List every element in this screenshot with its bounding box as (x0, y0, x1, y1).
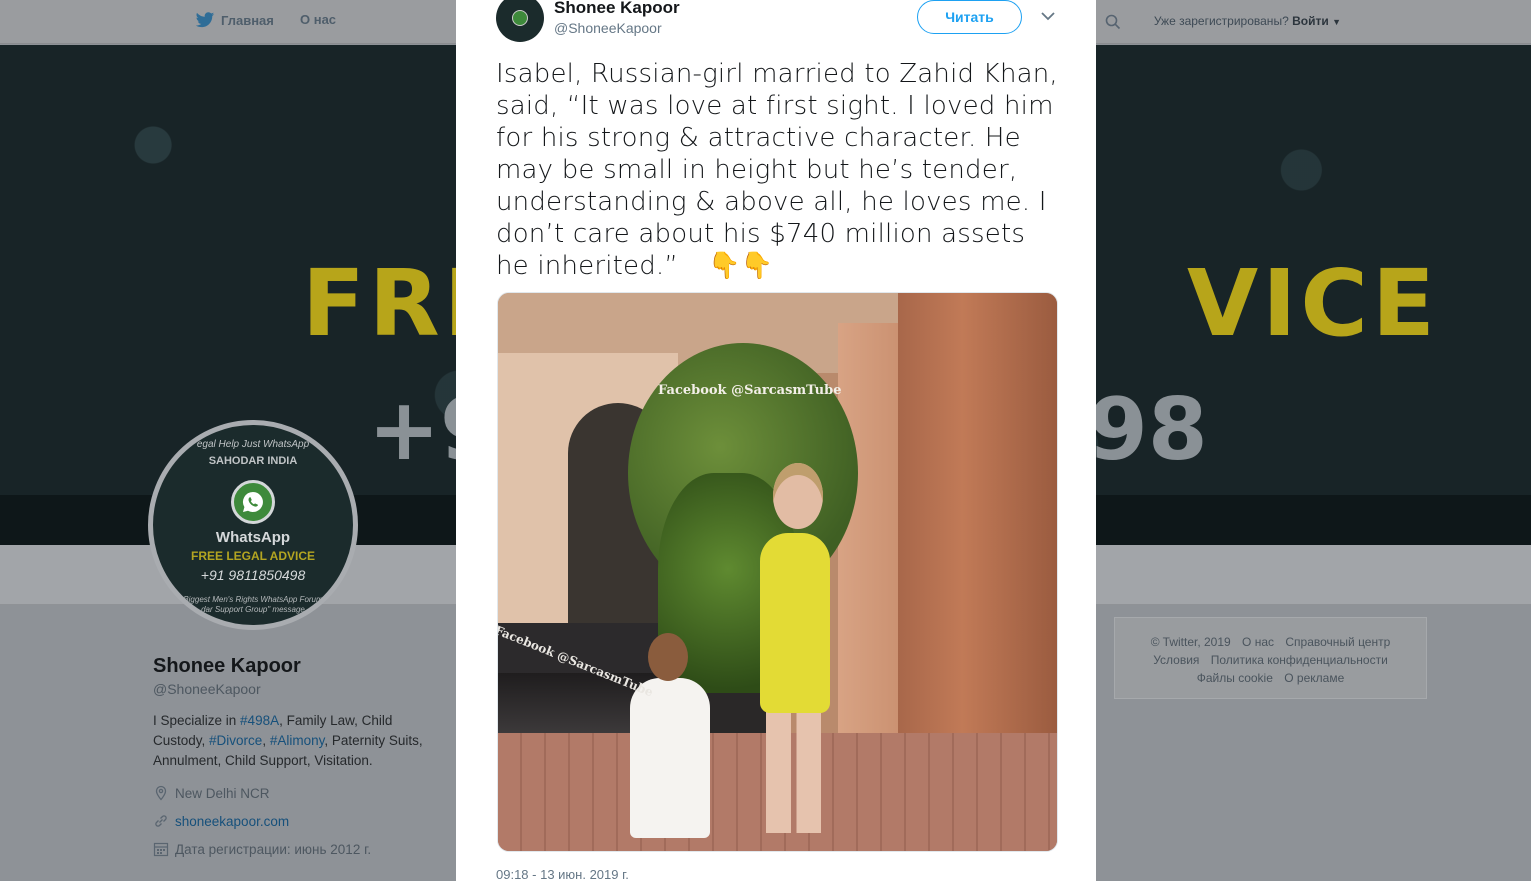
search-button[interactable] (1098, 8, 1128, 36)
photo-watermark: Facebook @SarcasmTube (658, 383, 842, 398)
have-account-text: Уже зарегистрированы? (1153, 14, 1289, 28)
tweet-modal: Shonee Kapoor @ShoneeKapoor Читать Isabe… (456, 0, 1096, 881)
tweet-menu-button[interactable] (1040, 8, 1056, 24)
login-link[interactable]: Войти (1292, 14, 1329, 28)
join-date-text: Дата регистрации: июнь 2012 г. (175, 841, 372, 857)
nav-home-link[interactable]: Главная (195, 12, 274, 29)
caret-down-icon: ▼ (1332, 17, 1341, 27)
avatar-app-name: WhatsApp (215, 529, 291, 546)
avatar-org: SAHODAR INDIA (208, 455, 298, 467)
footer-link-help[interactable]: Справочный центр (1285, 635, 1390, 649)
pointing-down-emoji: 👇👇 (708, 251, 774, 281)
banner-headline-right: VICE (1187, 250, 1439, 357)
tweet-text: Isabel, Russian-girl married to Zahid Kh… (496, 58, 1066, 282)
tweet-author-name[interactable]: Shonee Kapoor (554, 0, 680, 18)
avatar-service: FREE LEGAL ADVICE (190, 549, 315, 563)
tweet-author-avatar[interactable] (496, 0, 544, 42)
hashtag-link[interactable]: #498A (240, 713, 279, 728)
whatsapp-icon (512, 10, 528, 26)
photo-woman-dress (760, 533, 830, 713)
link-icon (155, 815, 167, 827)
hashtag-link[interactable]: #Alimony (270, 733, 325, 748)
twitter-bird-icon (195, 12, 215, 28)
avatar-bottom-line1: Biggest Men's Rights WhatsApp Forum (183, 595, 323, 604)
bio-text: I Specialize in (153, 713, 241, 728)
photo-man-head (648, 633, 688, 681)
avatar-bottom-text: Biggest Men's Rights WhatsApp Forum dar … (153, 595, 353, 615)
whatsapp-icon (231, 480, 275, 524)
profile-website: shoneekapoor.com (153, 813, 289, 829)
profile-join-date: Дата регистрации: июнь 2012 г. (153, 841, 371, 857)
photo-wall (898, 293, 1057, 763)
avatar-top-line: egal Help Just WhatsApp (196, 439, 310, 450)
tweet-timestamp[interactable]: 09:18 - 13 июн. 2019 г. (496, 867, 629, 881)
tweet-author-handle[interactable]: @ShoneeKapoor (554, 20, 662, 36)
follow-button[interactable]: Читать (917, 0, 1022, 34)
nav-about-label: О нас (300, 12, 337, 27)
profile-avatar[interactable]: egal Help Just WhatsApp SAHODAR INDIA Wh… (148, 420, 358, 630)
footer-link-ads[interactable]: О рекламе (1284, 671, 1344, 685)
nav-home-label: Главная (221, 13, 274, 28)
hashtag-link[interactable]: #Divorce (209, 733, 262, 748)
login-area: Уже зарегистрированы? Войти ▼ (1154, 14, 1341, 28)
tweet-photo[interactable]: Facebook @SarcasmTube Facebook @SarcasmT… (497, 292, 1058, 852)
photo-man-robe (630, 678, 710, 838)
profile-bio: I Specialize in #498A, Family Law, Child… (153, 711, 443, 771)
banner-phone-right: 98 (1088, 380, 1208, 480)
avatar-bottom-line2: dar Support Group" message (201, 605, 305, 614)
footer-link-cookies[interactable]: Файлы cookie (1197, 671, 1273, 685)
footer-link-about[interactable]: О нас (1242, 635, 1274, 649)
nav-about-link[interactable]: О нас (300, 12, 336, 27)
profile-handle[interactable]: @ShoneeKapoor (153, 681, 261, 697)
footer-link-terms[interactable]: Условия (1153, 653, 1199, 667)
footer-copyright: © Twitter, 2019 (1150, 635, 1231, 649)
profile-location: New Delhi NCR (153, 785, 270, 801)
website-link[interactable]: shoneekapoor.com (175, 814, 289, 829)
profile-name[interactable]: Shonee Kapoor (153, 655, 301, 678)
photo-woman-legs (766, 703, 821, 833)
avatar-phone: +91 9811850498 (200, 567, 306, 583)
calendar-icon (153, 842, 169, 857)
bio-text: , (262, 733, 270, 748)
chevron-down-icon (1041, 11, 1055, 20)
search-icon (1105, 14, 1121, 30)
footer-link-privacy[interactable]: Политика конфиденциальности (1211, 653, 1388, 667)
location-icon (155, 785, 167, 801)
photo-woman-head (773, 463, 823, 529)
location-text: New Delhi NCR (175, 785, 270, 801)
tweet-text-body: Isabel, Russian-girl married to Zahid Kh… (496, 59, 1058, 281)
footer-links-card: © Twitter, 2019 О нас Справочный центр У… (1114, 617, 1427, 699)
